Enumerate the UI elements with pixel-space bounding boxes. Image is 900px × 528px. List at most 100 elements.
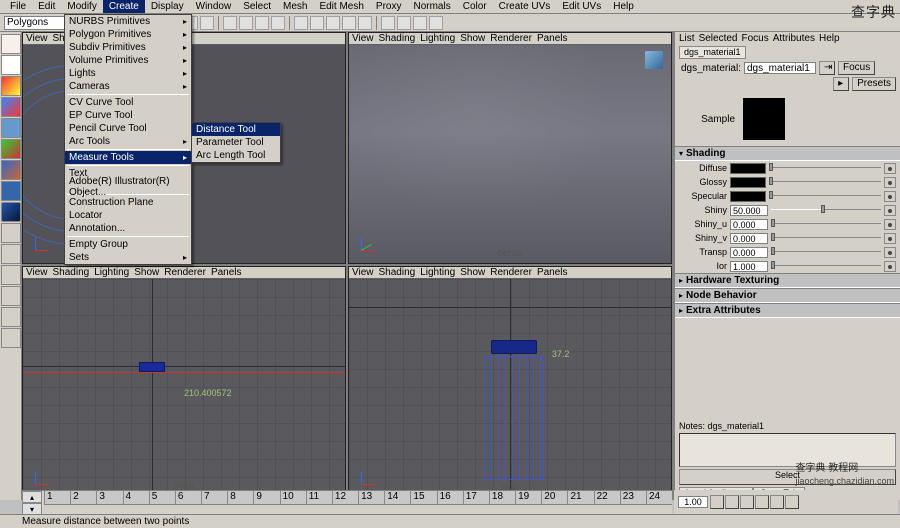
- ae-tab-material[interactable]: dgs_material1: [679, 46, 746, 59]
- menu-cameras[interactable]: Cameras▸: [65, 80, 191, 93]
- snap-icon[interactable]: [310, 16, 324, 30]
- section-shading[interactable]: Shading: [675, 146, 900, 161]
- menu-edit-uvs[interactable]: Edit UVs: [556, 0, 607, 13]
- step-back-button[interactable]: [725, 495, 739, 509]
- menu-normals[interactable]: Normals: [407, 0, 456, 13]
- ae-menu-selected[interactable]: Selected: [699, 33, 738, 44]
- specular-slider[interactable]: [769, 190, 881, 202]
- shiny-slider[interactable]: [771, 204, 881, 216]
- goto-start-button[interactable]: [710, 495, 724, 509]
- diffuse-swatch[interactable]: [730, 163, 766, 174]
- vp-menu-show[interactable]: Show: [460, 267, 485, 278]
- snap-icon[interactable]: [326, 16, 340, 30]
- render-icon[interactable]: [413, 16, 427, 30]
- vp-menu-view[interactable]: View: [352, 267, 374, 278]
- render-icon[interactable]: [397, 16, 411, 30]
- section-hw-texturing[interactable]: Hardware Texturing: [675, 273, 900, 288]
- vp-menu-view[interactable]: View: [26, 267, 48, 278]
- transp-field[interactable]: 0.000: [730, 247, 768, 258]
- glossy-swatch[interactable]: [730, 177, 766, 188]
- menu-empty-group[interactable]: Empty Group: [65, 238, 191, 251]
- viewport-front[interactable]: View Shading Lighting Show Renderer Pane…: [22, 266, 346, 498]
- model-wireframe[interactable]: [484, 340, 544, 480]
- last-tool[interactable]: [1, 202, 21, 222]
- show-manip-tool[interactable]: [1, 181, 21, 201]
- specular-swatch[interactable]: [730, 191, 766, 202]
- menu-file[interactable]: File: [4, 0, 32, 13]
- transp-slider[interactable]: [771, 246, 881, 258]
- menu-arc-tools[interactable]: Arc Tools▸: [65, 135, 191, 148]
- menu-annotation[interactable]: Annotation...: [65, 222, 191, 235]
- menu-ep-curve[interactable]: EP Curve Tool: [65, 109, 191, 122]
- shiny-u-field[interactable]: 0.000: [730, 219, 768, 230]
- viewport-persp[interactable]: View Shading Lighting Show Renderer Pane…: [348, 32, 672, 264]
- viewport-canvas[interactable]: 37.2 side: [349, 279, 671, 497]
- toolbar-icon[interactable]: [239, 16, 253, 30]
- menu-cv-curve[interactable]: CV Curve Tool: [65, 96, 191, 109]
- lasso-tool[interactable]: [1, 55, 21, 75]
- menu-edit[interactable]: Edit: [32, 0, 61, 13]
- ior-slider[interactable]: [771, 260, 881, 272]
- vp-menu-shading[interactable]: Shading: [379, 267, 416, 278]
- menu-mesh[interactable]: Mesh: [277, 0, 313, 13]
- vp-menu-panels[interactable]: Panels: [211, 267, 242, 278]
- manip-tool[interactable]: [1, 139, 21, 159]
- section-node-behavior[interactable]: Node Behavior: [675, 288, 900, 303]
- presets-button[interactable]: Presets: [852, 77, 896, 91]
- menu-create-uvs[interactable]: Create UVs: [493, 0, 557, 13]
- shiny-v-field[interactable]: 0.000: [730, 233, 768, 244]
- toolbar-icon[interactable]: [200, 16, 214, 30]
- layout-persp[interactable]: [1, 286, 21, 306]
- scale-tool[interactable]: [1, 118, 21, 138]
- menu-distance-tool[interactable]: Distance Tool: [192, 123, 280, 136]
- menu-arc-length-tool[interactable]: Arc Length Tool: [192, 149, 280, 162]
- layout-single[interactable]: [1, 223, 21, 243]
- move-tool[interactable]: [1, 76, 21, 96]
- menu-help[interactable]: Help: [607, 0, 640, 13]
- menu-select[interactable]: Select: [237, 0, 277, 13]
- ae-menu-help[interactable]: Help: [819, 33, 840, 44]
- menu-measure-tools[interactable]: Measure Tools▸: [65, 151, 191, 164]
- rotate-tool[interactable]: [1, 97, 21, 117]
- menu-illustrator[interactable]: Adobe(R) Illustrator(R) Object...: [65, 180, 191, 193]
- menu-construction-plane[interactable]: Construction Plane: [65, 196, 191, 209]
- snap-icon[interactable]: [294, 16, 308, 30]
- vp-menu-renderer[interactable]: Renderer: [490, 33, 532, 44]
- step-forward-button[interactable]: [770, 495, 784, 509]
- vp-menu-shading[interactable]: Shading: [53, 267, 90, 278]
- layout-four[interactable]: [1, 244, 21, 264]
- toolbar-icon[interactable]: [271, 16, 285, 30]
- menu-window[interactable]: Window: [190, 0, 238, 13]
- goto-end-button[interactable]: [785, 495, 799, 509]
- play-forward-button[interactable]: [755, 495, 769, 509]
- map-button[interactable]: [884, 219, 896, 230]
- map-button[interactable]: [884, 191, 896, 202]
- current-frame-field[interactable]: 1.00: [678, 496, 708, 508]
- diffuse-slider[interactable]: [769, 162, 881, 174]
- layout-outliner[interactable]: [1, 307, 21, 327]
- menu-pencil-curve[interactable]: Pencil Curve Tool: [65, 122, 191, 135]
- menu-sets[interactable]: Sets▸: [65, 251, 191, 264]
- vp-menu-renderer[interactable]: Renderer: [164, 267, 206, 278]
- viewport-side[interactable]: View Shading Lighting Show Renderer Pane…: [348, 266, 672, 498]
- vp-menu-show[interactable]: Show: [134, 267, 159, 278]
- menu-locator[interactable]: Locator: [65, 209, 191, 222]
- ae-menu-list[interactable]: List: [679, 33, 695, 44]
- vp-menu-lighting[interactable]: Lighting: [94, 267, 129, 278]
- shiny-v-slider[interactable]: [771, 232, 881, 244]
- play-back-button[interactable]: [740, 495, 754, 509]
- vp-menu-view[interactable]: View: [352, 33, 374, 44]
- soft-tool[interactable]: [1, 160, 21, 180]
- vp-menu-lighting[interactable]: Lighting: [420, 267, 455, 278]
- range-start-up[interactable]: ▴: [22, 491, 42, 503]
- vp-menu-lighting[interactable]: Lighting: [420, 33, 455, 44]
- ior-field[interactable]: 1.000: [730, 261, 768, 272]
- menu-edit-mesh[interactable]: Edit Mesh: [313, 0, 369, 13]
- menu-lights[interactable]: Lights▸: [65, 67, 191, 80]
- map-button[interactable]: [884, 177, 896, 188]
- vp-menu-show[interactable]: Show: [460, 33, 485, 44]
- time-slider[interactable]: ▴ ▾ 123456789101112131415161718192021222…: [22, 490, 672, 514]
- snap-icon[interactable]: [342, 16, 356, 30]
- menu-subdiv-primitives[interactable]: Subdiv Primitives▸: [65, 41, 191, 54]
- distance-locator[interactable]: [139, 362, 165, 372]
